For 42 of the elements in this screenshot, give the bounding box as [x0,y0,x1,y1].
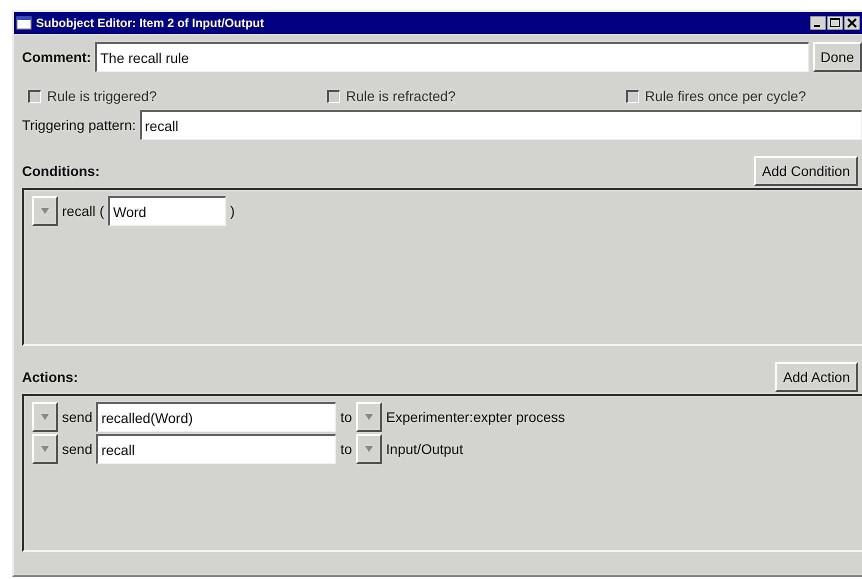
add-action-button[interactable]: Add Action [775,362,858,392]
verb-text: send [62,441,92,457]
section-heading: Conditions: [22,163,100,179]
triangle-icon [41,208,49,214]
verb-text: send [62,409,92,425]
paren-text: ( [99,203,104,219]
argument-field[interactable]: Word [108,196,226,226]
triangle-icon [41,414,49,420]
message-field[interactable]: recall [96,434,336,464]
dropdown-button[interactable] [356,402,382,432]
dropdown-button[interactable] [32,196,58,226]
triangle-icon [365,446,374,452]
section-heading: Actions: [22,369,78,385]
field-label: Comment: [22,49,92,65]
preposition-text: to [340,409,352,425]
target-text: Input/Output [386,441,464,457]
checkbox-label: Rule fires once per cycle? [644,88,806,104]
dropdown-button[interactable] [356,434,382,464]
minimize-icon[interactable] [810,16,826,30]
checkbox[interactable] [28,90,41,102]
checkbox[interactable] [626,90,639,102]
paren-text: ) [230,203,235,219]
window-title: Subobject Editor: Item 2 of Input/Output [36,16,265,30]
field-label: Triggering pattern: [22,117,136,133]
preposition-text: to [340,441,352,457]
checkbox-label: Rule is triggered? [47,88,157,104]
maximize-icon[interactable] [827,16,843,30]
checkbox[interactable] [326,90,340,102]
close-icon[interactable] [844,16,860,30]
checkbox-label: Rule is refracted? [346,88,456,104]
message-field[interactable]: recalled(Word) [96,402,336,432]
done-button[interactable]: Done [812,42,862,72]
dropdown-button[interactable] [32,434,58,464]
comment-field[interactable]: The recall rule [95,42,809,72]
pattern-field[interactable]: recall [140,110,862,140]
condition-name: recall [62,203,96,219]
window-icon [16,16,32,30]
target-text: Experimenter:expter process [386,409,566,425]
add-condition-button[interactable]: Add Condition [754,156,858,186]
triangle-icon [365,414,374,420]
triangle-icon [41,446,49,452]
dropdown-button[interactable] [32,402,58,432]
